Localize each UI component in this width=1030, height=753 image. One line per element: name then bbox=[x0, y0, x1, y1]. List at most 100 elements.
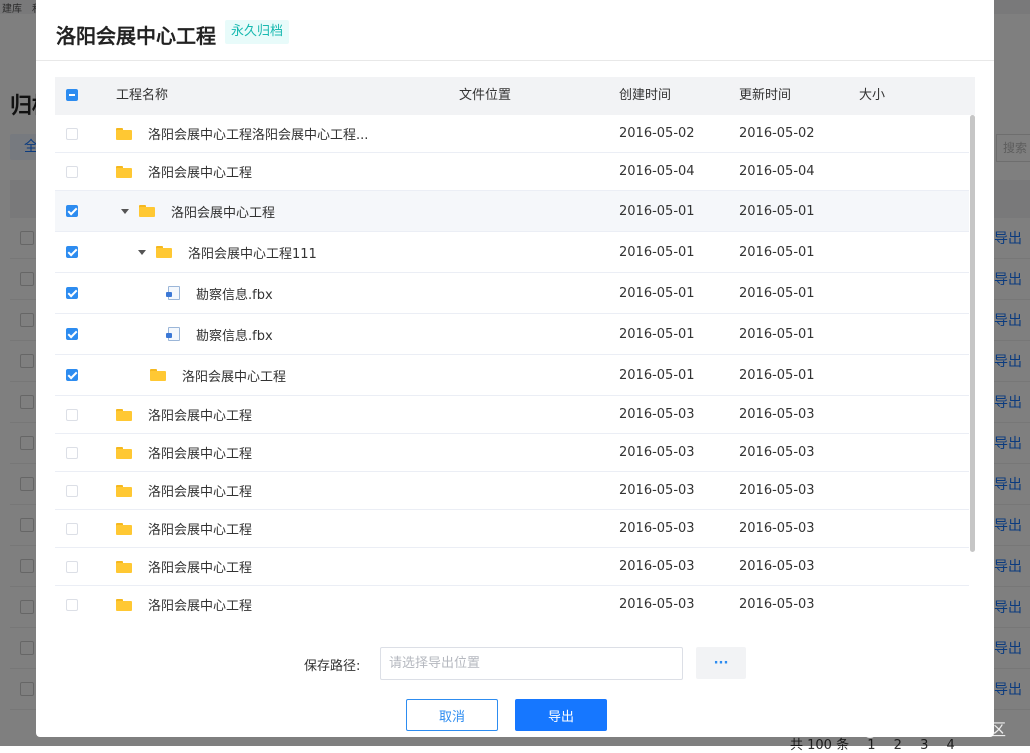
table-row[interactable]: 勘察信息.fbx 2016-05-01 2016-05-01 bbox=[55, 314, 969, 355]
row-name-cell: 洛阳会展中心工程 bbox=[116, 510, 252, 547]
select-all-checkbox[interactable] bbox=[66, 89, 78, 101]
folder-icon bbox=[116, 127, 132, 140]
file-icon bbox=[166, 327, 180, 341]
row-created-date: 2016-05-03 bbox=[619, 597, 695, 612]
row-name: 洛阳会展中心工程 bbox=[148, 599, 253, 614]
row-name: 洛阳会展中心工程洛阳会展中心工程... bbox=[148, 128, 369, 143]
row-created-date: 2016-05-03 bbox=[619, 521, 695, 536]
row-checkbox[interactable] bbox=[66, 560, 78, 573]
row-checkbox-cell bbox=[66, 232, 78, 272]
row-name-cell: 洛阳会展中心工程 bbox=[116, 153, 252, 190]
select-all-cell bbox=[66, 89, 78, 101]
row-updated-date: 2016-05-01 bbox=[739, 367, 815, 383]
row-updated-date: 2016-05-04 bbox=[739, 164, 815, 179]
row-checkbox[interactable] bbox=[66, 165, 78, 178]
table-row[interactable]: 洛阳会展中心工程洛阳会展中心工程... 2016-05-02 2016-05-02 bbox=[55, 115, 969, 153]
folder-icon bbox=[139, 205, 155, 217]
row-checkbox-cell bbox=[66, 548, 78, 585]
row-name: 洛阳会展中心工程 bbox=[182, 369, 287, 385]
row-updated-date: 2016-05-03 bbox=[739, 483, 815, 498]
column-header-updated[interactable]: 更新时间 bbox=[739, 77, 791, 115]
row-name: 洛阳会展中心工程 bbox=[148, 409, 253, 424]
row-name: 洛阳会展中心工程 bbox=[148, 523, 253, 538]
column-header-size[interactable]: 大小 bbox=[859, 77, 885, 115]
table-scrollbar[interactable] bbox=[970, 115, 975, 552]
project-file-table: 工程名称 文件位置 创建时间 更新时间 大小 洛阳会展中心工程洛阳会展中心工程.… bbox=[55, 77, 975, 615]
column-header-created[interactable]: 创建时间 bbox=[619, 77, 671, 115]
table-row[interactable]: 勘察信息.fbx 2016-05-01 2016-05-01 bbox=[55, 273, 969, 314]
row-checkbox[interactable] bbox=[66, 287, 78, 299]
expand-caret-icon[interactable] bbox=[138, 249, 146, 255]
table-row[interactable]: 洛阳会展中心工程 2016-05-03 2016-05-03 bbox=[55, 510, 969, 548]
row-checkbox[interactable] bbox=[66, 484, 78, 497]
row-checkbox[interactable] bbox=[66, 446, 78, 459]
file-icon bbox=[166, 286, 180, 300]
row-updated-date: 2016-05-01 bbox=[739, 203, 815, 219]
table-row[interactable]: 洛阳会展中心工程 2016-05-03 2016-05-03 bbox=[55, 548, 969, 586]
row-checkbox[interactable] bbox=[66, 408, 78, 421]
row-name-cell: 洛阳会展中心工程洛阳会展中心工程... bbox=[116, 115, 368, 152]
table-row[interactable]: 洛阳会展中心工程 2016-05-03 2016-05-03 bbox=[55, 472, 969, 510]
export-button[interactable]: 导出 bbox=[515, 699, 607, 731]
row-checkbox[interactable] bbox=[66, 369, 78, 381]
row-name-cell: 勘察信息.fbx bbox=[166, 273, 273, 313]
row-name-cell: 洛阳会展中心工程 bbox=[121, 191, 275, 231]
row-created-date: 2016-05-03 bbox=[619, 559, 695, 574]
row-updated-date: 2016-05-03 bbox=[739, 521, 815, 536]
row-checkbox-cell bbox=[66, 314, 78, 354]
browse-path-button[interactable]: ··· bbox=[696, 647, 746, 679]
table-body: 洛阳会展中心工程洛阳会展中心工程... 2016-05-02 2016-05-02 洛… bbox=[55, 115, 969, 615]
folder-icon bbox=[116, 560, 132, 573]
folder-icon bbox=[156, 246, 172, 258]
row-created-date: 2016-05-01 bbox=[619, 203, 695, 219]
row-updated-date: 2016-05-03 bbox=[739, 559, 815, 574]
table-row[interactable]: 洛阳会展中心工程 2016-05-01 2016-05-01 bbox=[55, 355, 969, 396]
row-checkbox[interactable] bbox=[66, 522, 78, 535]
column-header-name[interactable]: 工程名称 bbox=[116, 77, 168, 115]
row-created-date: 2016-05-03 bbox=[619, 445, 695, 460]
table-row[interactable]: 洛阳会展中心工程 2016-05-03 2016-05-03 bbox=[55, 396, 969, 434]
table-row[interactable]: 洛阳会展中心工程 2016-05-03 2016-05-03 bbox=[55, 434, 969, 472]
cancel-button[interactable]: 取消 bbox=[406, 699, 498, 731]
row-checkbox[interactable] bbox=[66, 127, 78, 140]
table-row[interactable]: 洛阳会展中心工程 2016-05-01 2016-05-01 bbox=[55, 191, 969, 232]
row-updated-date: 2016-05-03 bbox=[739, 597, 815, 612]
row-updated-date: 2016-05-01 bbox=[739, 326, 815, 342]
expand-caret-icon[interactable] bbox=[121, 208, 129, 214]
row-created-date: 2016-05-02 bbox=[619, 126, 695, 141]
row-checkbox-cell bbox=[66, 273, 78, 313]
row-name: 勘察信息.fbx bbox=[196, 287, 273, 303]
table-row[interactable]: 洛阳会展中心工程111 2016-05-01 2016-05-01 bbox=[55, 232, 969, 273]
row-checkbox[interactable] bbox=[66, 598, 78, 611]
row-name-cell: 洛阳会展中心工程111 bbox=[138, 232, 317, 272]
row-checkbox-cell bbox=[66, 355, 78, 395]
row-name: 洛阳会展中心工程 bbox=[148, 485, 253, 500]
save-path-input[interactable] bbox=[380, 647, 683, 680]
row-updated-date: 2016-05-03 bbox=[739, 407, 815, 422]
row-name: 洛阳会展中心工程 bbox=[171, 205, 276, 221]
save-path-label: 保存路径: bbox=[304, 659, 361, 674]
row-updated-date: 2016-05-02 bbox=[739, 126, 815, 141]
row-checkbox-cell bbox=[66, 191, 78, 231]
row-checkbox[interactable] bbox=[66, 205, 78, 217]
row-name-cell: 洛阳会展中心工程 bbox=[116, 396, 252, 433]
row-name-cell: 洛阳会展中心工程 bbox=[116, 434, 252, 471]
row-checkbox-cell bbox=[66, 115, 78, 152]
row-checkbox-cell bbox=[66, 396, 78, 433]
row-checkbox[interactable] bbox=[66, 246, 78, 258]
folder-icon bbox=[116, 165, 132, 178]
row-updated-date: 2016-05-01 bbox=[739, 244, 815, 260]
folder-icon bbox=[116, 408, 132, 421]
column-header-location[interactable]: 文件位置 bbox=[459, 77, 511, 115]
table-row[interactable]: 洛阳会展中心工程 2016-05-03 2016-05-03 bbox=[55, 586, 969, 615]
row-created-date: 2016-05-04 bbox=[619, 164, 695, 179]
modal-divider bbox=[36, 60, 994, 61]
row-checkbox-cell bbox=[66, 153, 78, 190]
table-row[interactable]: 洛阳会展中心工程 2016-05-04 2016-05-04 bbox=[55, 153, 969, 191]
row-checkbox[interactable] bbox=[66, 328, 78, 340]
modal-title: 洛阳会展中心工程 bbox=[56, 24, 216, 48]
row-name-cell: 勘察信息.fbx bbox=[166, 314, 273, 354]
folder-icon bbox=[150, 369, 166, 381]
row-name-cell: 洛阳会展中心工程 bbox=[116, 548, 252, 585]
row-created-date: 2016-05-01 bbox=[619, 244, 695, 260]
